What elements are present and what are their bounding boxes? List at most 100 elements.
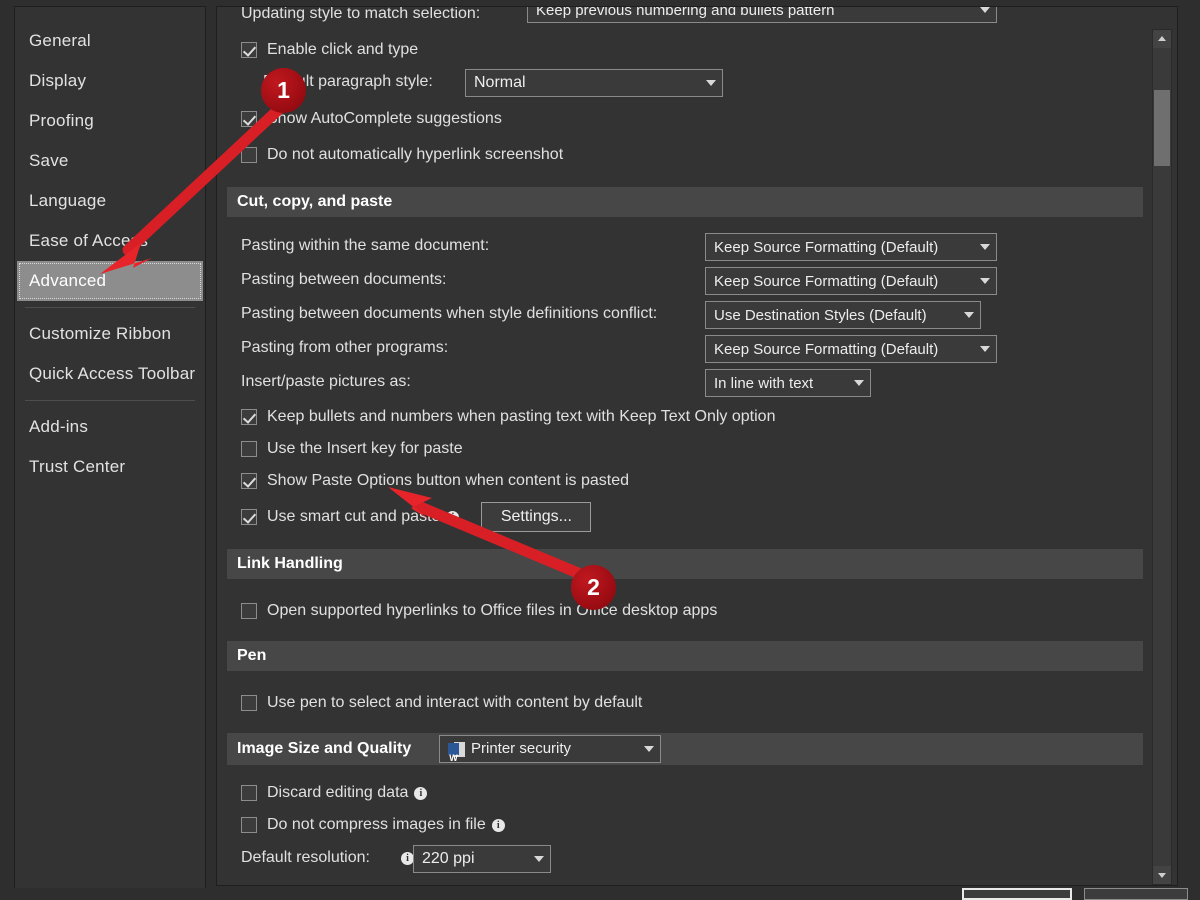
discard-editing-data-row[interactable]: Discard editing data i: [217, 777, 1155, 809]
insert-key-paste-checkbox[interactable]: [241, 441, 257, 457]
section-header-image-size-quality: Image Size and Quality Printer security: [227, 733, 1143, 774]
updating-style-dropdown[interactable]: Keep previous numbering and bullets patt…: [527, 6, 997, 23]
pasting-between-documents-label: Pasting between documents:: [241, 271, 447, 288]
pasting-between-documents-value: Keep Source Formatting (Default): [714, 272, 939, 290]
no-auto-hyperlink-checkbox[interactable]: [241, 147, 257, 163]
pasting-style-conflict-label: Pasting between documents when style def…: [241, 305, 658, 322]
do-not-compress-images-checkbox[interactable]: [241, 817, 257, 833]
image-scope-dropdown[interactable]: Printer security: [439, 735, 661, 774]
word-options-dialog: General Display Proofing Save Language E…: [0, 0, 1200, 900]
scroll-up-button[interactable]: [1153, 30, 1171, 48]
chevron-down-icon: [1158, 873, 1166, 878]
section-header-link-handling: Link Handling: [227, 549, 1143, 579]
section-header-pen: Pen: [227, 641, 1143, 671]
image-scope-value: Printer security: [471, 740, 572, 757]
updating-style-label: Updating style to match selection:: [241, 6, 481, 22]
chevron-down-icon: [980, 244, 990, 250]
chevron-down-icon: [644, 746, 654, 752]
keep-bullets-numbers-row[interactable]: Keep bullets and numbers when pasting te…: [217, 401, 1155, 433]
pasting-style-conflict-dropdown[interactable]: Use Destination Styles (Default): [705, 301, 981, 329]
vertical-scrollbar[interactable]: [1152, 29, 1172, 885]
chevron-down-icon: [964, 312, 974, 318]
do-not-compress-images-row[interactable]: Do not compress images in file i: [217, 809, 1155, 841]
advanced-options-pane: Updating style to match selection: Keep …: [216, 6, 1178, 886]
annotation-badge-1: 1: [261, 68, 306, 113]
insert-key-paste-label: Use the Insert key for paste: [267, 440, 463, 457]
cancel-button[interactable]: [1084, 888, 1188, 900]
use-pen-select-interact-label: Use pen to select and interact with cont…: [267, 694, 643, 711]
sidebar-item-save[interactable]: Save: [15, 141, 205, 181]
insert-paste-pictures-dropdown[interactable]: In line with text: [705, 369, 871, 397]
chevron-down-icon: [980, 278, 990, 284]
discard-editing-data-label: Discard editing data: [267, 784, 409, 801]
sidebar-item-trust-center[interactable]: Trust Center: [15, 447, 205, 487]
sidebar-item-general[interactable]: General: [15, 21, 205, 61]
pasting-other-programs-label: Pasting from other programs:: [241, 339, 449, 356]
enable-click-and-type-label: Enable click and type: [267, 41, 419, 58]
smart-cut-paste-checkbox[interactable]: [241, 509, 257, 525]
no-auto-hyperlink-label: Do not automatically hyperlink screensho…: [267, 146, 564, 163]
updating-style-value: Keep previous numbering and bullets patt…: [536, 6, 835, 19]
discard-editing-data-checkbox[interactable]: [241, 785, 257, 801]
show-autocomplete-row[interactable]: Show AutoComplete suggestions: [217, 103, 1155, 135]
ok-button[interactable]: [962, 888, 1072, 900]
sidebar-item-ease-of-access[interactable]: Ease of Access: [15, 221, 205, 261]
default-resolution-dropdown[interactable]: 220 ppi: [413, 845, 551, 873]
annotation-badge-2: 2: [571, 565, 616, 610]
section-header-image-size-quality-label: Image Size and Quality: [237, 740, 412, 757]
insert-paste-pictures-label: Insert/paste pictures as:: [241, 373, 411, 390]
default-paragraph-style-value: Normal: [474, 74, 526, 91]
use-pen-select-interact-checkbox[interactable]: [241, 695, 257, 711]
smart-cut-paste-settings-button[interactable]: Settings...: [481, 502, 592, 532]
annotation-badge-1-number: 1: [277, 77, 290, 103]
smart-cut-paste-row[interactable]: Use smart cut and paste i Settings...: [217, 497, 1155, 537]
do-not-compress-images-label: Do not compress images in file: [267, 816, 486, 833]
insert-key-paste-row[interactable]: Use the Insert key for paste: [217, 433, 1155, 465]
keep-bullets-numbers-label: Keep bullets and numbers when pasting te…: [267, 408, 776, 425]
scrollbar-thumb[interactable]: [1154, 90, 1170, 166]
show-paste-options-checkbox[interactable]: [241, 473, 257, 489]
show-autocomplete-checkbox[interactable]: [241, 111, 257, 127]
sidebar-item-customize-ribbon[interactable]: Customize Ribbon: [15, 314, 205, 354]
sidebar-item-language[interactable]: Language: [15, 181, 205, 221]
default-resolution-value: 220 ppi: [422, 850, 475, 867]
info-icon[interactable]: i: [414, 786, 428, 800]
open-hyperlinks-desktop-apps-checkbox[interactable]: [241, 603, 257, 619]
show-paste-options-row[interactable]: Show Paste Options button when content i…: [217, 465, 1155, 497]
pasting-other-programs-value: Keep Source Formatting (Default): [714, 340, 939, 358]
options-category-sidebar: General Display Proofing Save Language E…: [14, 6, 206, 890]
chevron-down-icon: [854, 380, 864, 386]
chevron-down-icon: [980, 7, 990, 13]
open-hyperlinks-desktop-apps-row[interactable]: Open supported hyperlinks to Office file…: [217, 591, 1155, 631]
use-pen-select-interact-row[interactable]: Use pen to select and interact with cont…: [217, 683, 1155, 723]
info-icon[interactable]: i: [491, 818, 505, 832]
sidebar-item-display[interactable]: Display: [15, 61, 205, 101]
pasting-between-documents-dropdown[interactable]: Keep Source Formatting (Default): [705, 267, 997, 295]
sidebar-item-quick-access-toolbar[interactable]: Quick Access Toolbar: [15, 354, 205, 394]
no-auto-hyperlink-row[interactable]: Do not automatically hyperlink screensho…: [217, 135, 1155, 175]
scroll-down-button[interactable]: [1153, 866, 1171, 884]
sidebar-item-proofing[interactable]: Proofing: [15, 101, 205, 141]
default-resolution-label: Default resolution:: [241, 849, 370, 866]
pasting-style-conflict-value: Use Destination Styles (Default): [714, 306, 927, 324]
enable-click-and-type-row[interactable]: Enable click and type: [217, 35, 1155, 65]
sidebar-divider-2: [25, 400, 195, 401]
chevron-down-icon: [980, 346, 990, 352]
annotation-badge-2-number: 2: [587, 574, 600, 600]
sidebar-item-add-ins[interactable]: Add-ins: [15, 407, 205, 447]
show-autocomplete-label: Show AutoComplete suggestions: [267, 110, 502, 127]
open-hyperlinks-desktop-apps-label: Open supported hyperlinks to Office file…: [267, 602, 718, 619]
chevron-down-icon: [534, 856, 544, 862]
word-document-icon: [448, 741, 465, 774]
enable-click-and-type-checkbox[interactable]: [241, 42, 257, 58]
pasting-other-programs-dropdown[interactable]: Keep Source Formatting (Default): [705, 335, 997, 363]
sidebar-divider-1: [25, 307, 195, 308]
pasting-same-document-value: Keep Source Formatting (Default): [714, 238, 939, 256]
sidebar-item-advanced[interactable]: Advanced: [17, 261, 203, 301]
pasting-same-document-dropdown[interactable]: Keep Source Formatting (Default): [705, 233, 997, 261]
info-icon[interactable]: i: [446, 510, 460, 524]
keep-bullets-numbers-checkbox[interactable]: [241, 409, 257, 425]
show-paste-options-label: Show Paste Options button when content i…: [267, 472, 630, 489]
chevron-down-icon: [706, 80, 716, 86]
default-paragraph-style-dropdown[interactable]: Normal: [465, 69, 723, 97]
